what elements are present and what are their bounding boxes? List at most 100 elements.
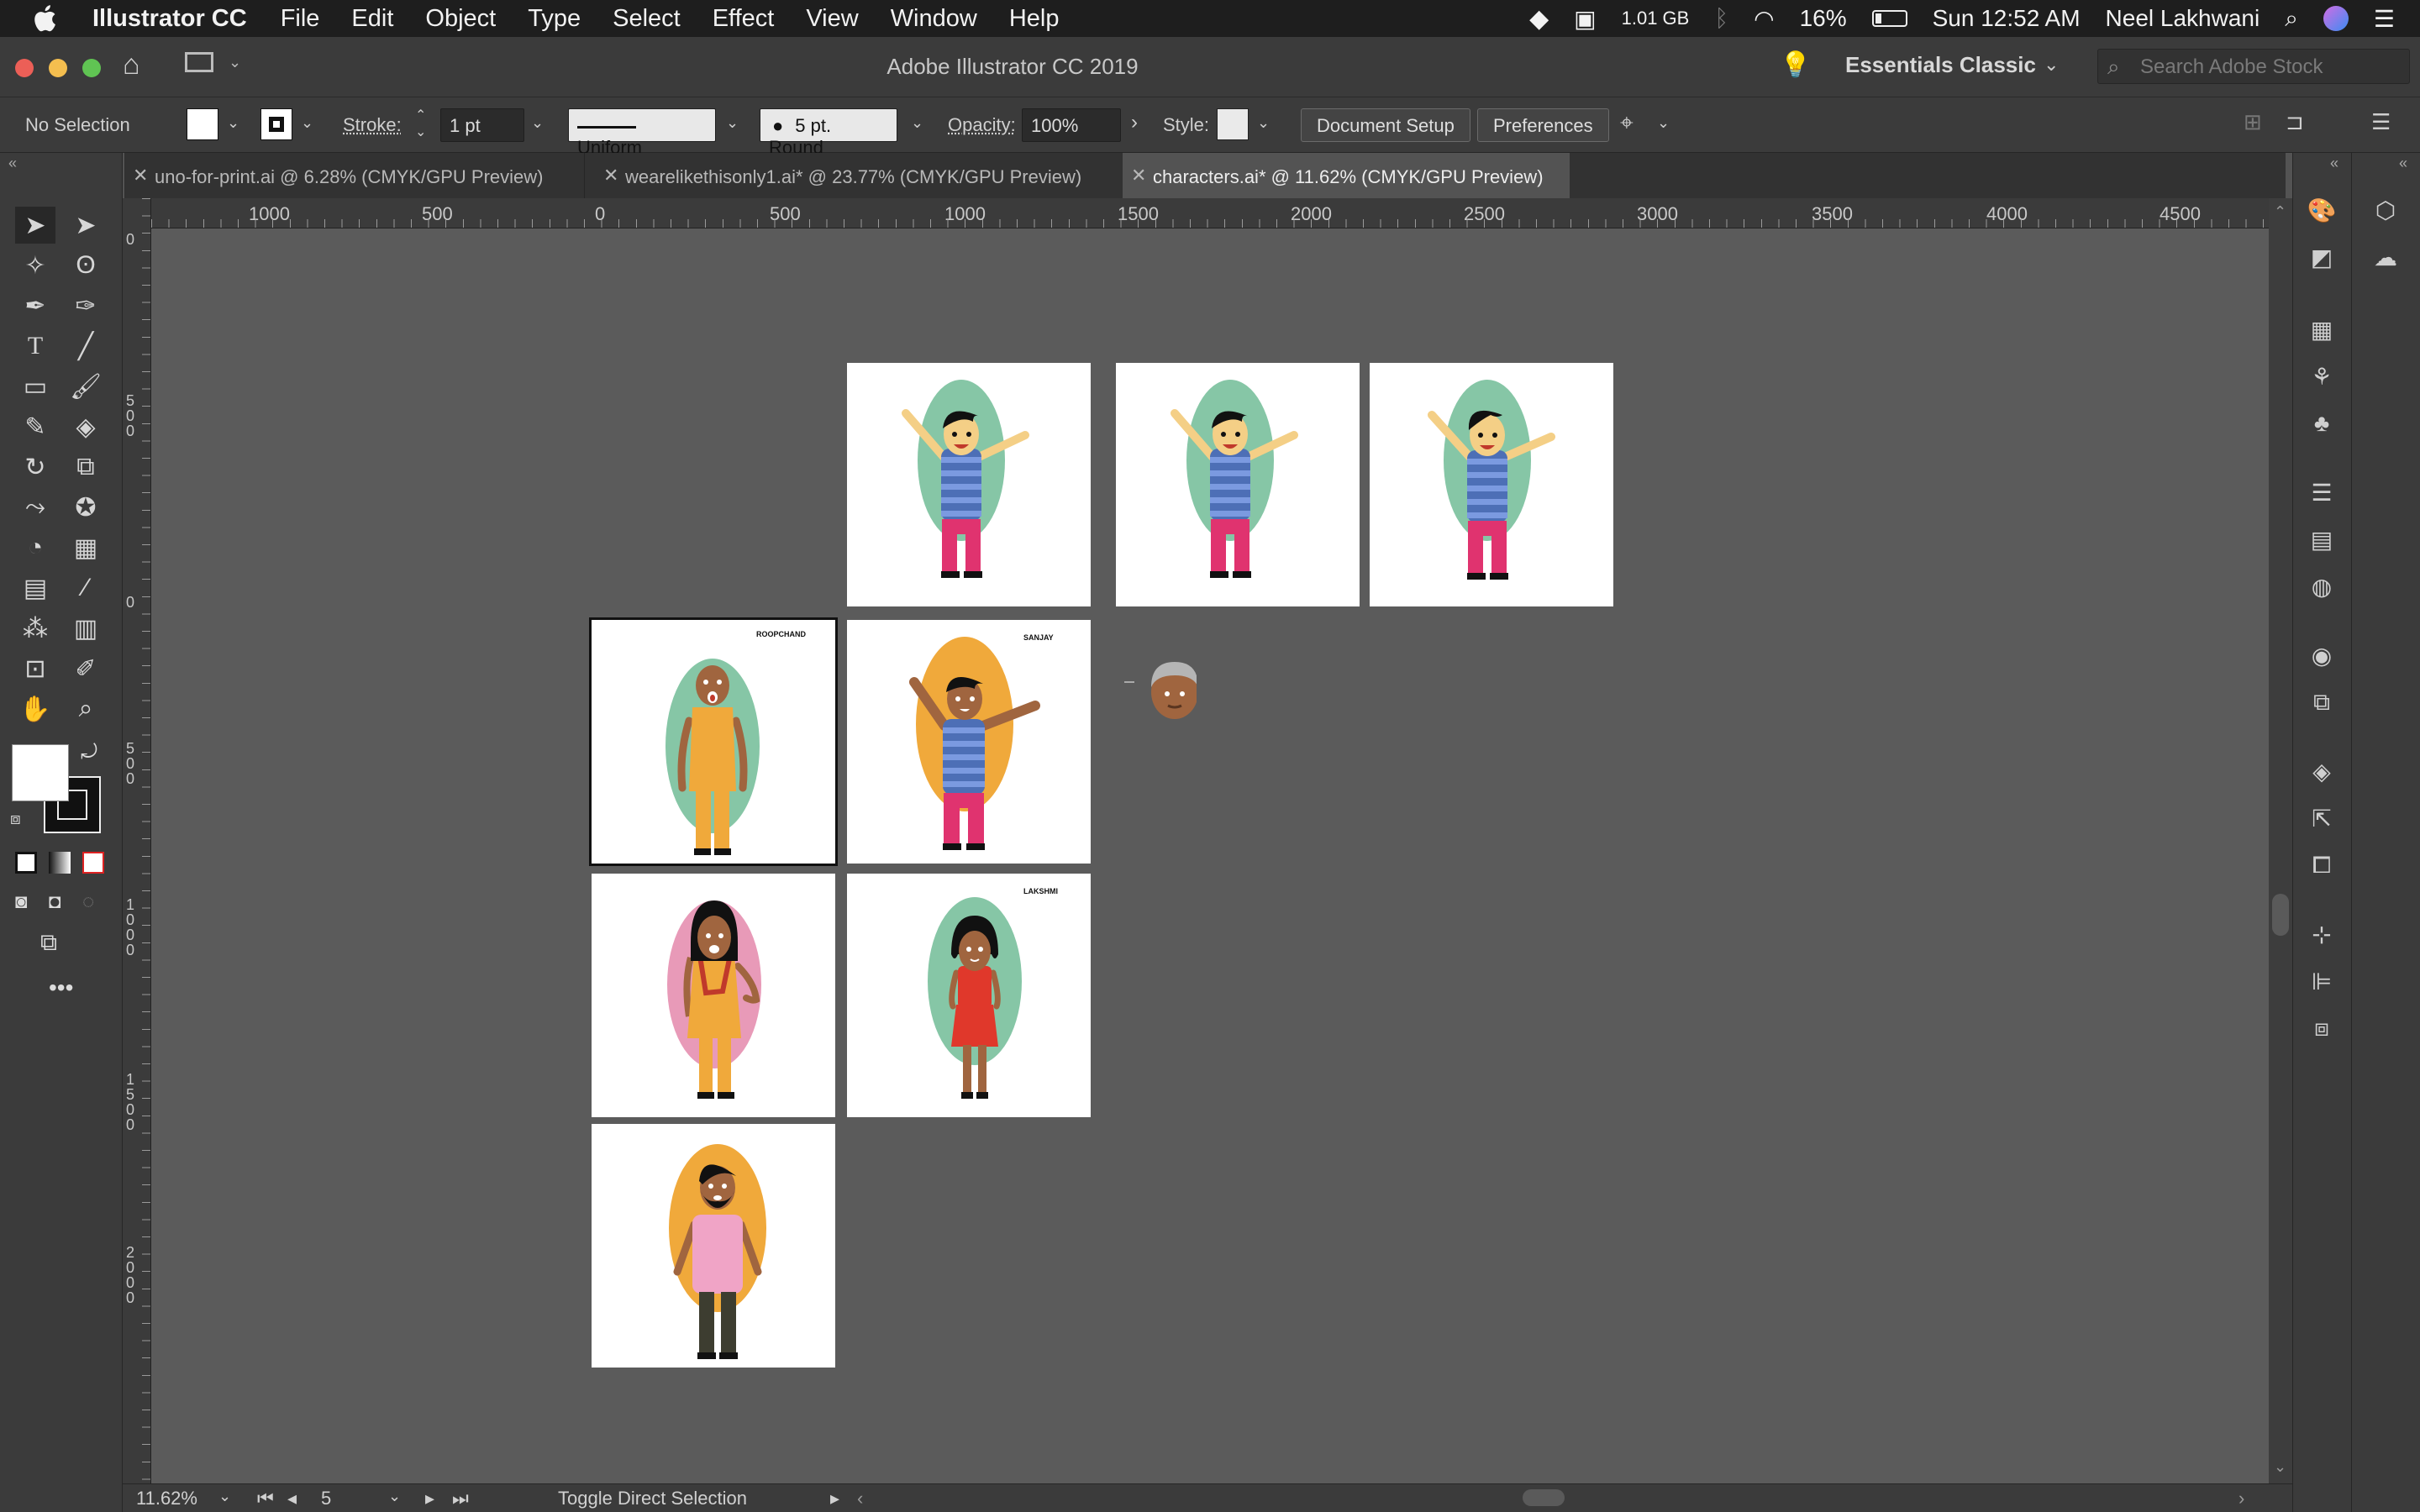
graphic-style-swatch[interactable] — [1217, 108, 1249, 140]
variable-width-profile[interactable]: Uniform — [568, 108, 716, 158]
curvature-tool-icon[interactable]: ✑ — [66, 287, 106, 324]
close-tab-icon[interactable]: ✕ — [603, 165, 618, 186]
fill-swatch[interactable] — [187, 108, 218, 140]
transparency-panel-icon[interactable]: ◍ — [2305, 570, 2338, 603]
menu-view[interactable]: View — [806, 5, 858, 33]
selection-tool-icon[interactable]: ➤ — [15, 207, 55, 244]
artboard[interactable] — [1370, 363, 1613, 606]
artboard[interactable] — [592, 1124, 835, 1368]
previous-artboard-icon[interactable]: ◂ — [287, 1488, 297, 1509]
tab-wearelikethisonly1[interactable]: ✕ wearelikethisonly1.ai* @ 23.77% (CMYK/… — [595, 153, 1124, 198]
menu-file[interactable]: File — [281, 5, 320, 33]
rotate-tool-icon[interactable]: ↻ — [15, 449, 55, 486]
brushes-panel-icon[interactable]: ⚘ — [2305, 360, 2338, 393]
opacity-input[interactable]: 100% — [1022, 108, 1121, 142]
appearance-panel-icon[interactable]: ◉ — [2305, 638, 2338, 672]
align-icon[interactable]: ⊞ — [2244, 109, 2262, 135]
color-guide-panel-icon[interactable]: ◩ — [2305, 240, 2338, 274]
type-tool-icon[interactable]: T — [15, 328, 55, 365]
workspace-switcher[interactable]: Essentials Classic — [1845, 52, 2036, 78]
puppet-warp-tool-icon[interactable]: ✪ — [66, 489, 106, 526]
stroke-weight-input[interactable]: 1 pt — [440, 108, 524, 142]
artboard-sanjay[interactable]: SANJAY — [847, 620, 1091, 864]
vertical-scrollbar[interactable]: ⌃ ⌄ — [2269, 198, 2292, 1483]
artboard-roopchand[interactable]: ROOPCHAND — [589, 617, 838, 866]
slice-tool-icon[interactable]: ✐ — [66, 650, 106, 687]
direct-selection-tool-icon[interactable]: ➤ — [66, 207, 106, 244]
shaper-tool-icon[interactable]: ✎ — [15, 408, 55, 445]
artboard-lakshmi[interactable]: LAKSHMI — [847, 874, 1091, 1117]
width-tool-icon[interactable]: ⤳ — [15, 489, 55, 526]
scroll-up-icon[interactable]: ⌃ — [2274, 203, 2286, 221]
pen-tool-icon[interactable]: ✒ — [15, 287, 55, 324]
horizontal-ruler[interactable]: 1000 500 0 500 1000 1500 2000 2500 3000 … — [151, 198, 2269, 228]
stroke-color-dropdown-icon[interactable]: ⌄ — [301, 114, 313, 132]
wifi-icon[interactable]: ◠ — [1754, 5, 1774, 33]
column-graph-tool-icon[interactable]: ▥ — [66, 610, 106, 647]
tab-characters[interactable]: ✕ characters.ai* @ 11.62% (CMYK/GPU Prev… — [1123, 153, 1570, 198]
memory-icon[interactable]: ▣ — [1574, 5, 1596, 33]
artboard-tool-icon[interactable]: ⊡ — [15, 650, 55, 687]
3d-panel-icon[interactable]: ⬡ — [2369, 193, 2402, 227]
fill-dropdown-icon[interactable]: ⌄ — [227, 114, 239, 132]
color-panel-icon[interactable]: 🎨 — [2305, 193, 2338, 227]
clock[interactable]: Sun 12:52 AM — [1933, 5, 2081, 32]
preferences-button[interactable]: Preferences — [1477, 108, 1609, 142]
style-dropdown-icon[interactable]: ⌄ — [1257, 114, 1270, 132]
hand-tool-icon[interactable]: ✋ — [15, 690, 55, 727]
graphic-styles-panel-icon[interactable]: ⧉ — [2305, 685, 2338, 719]
none-mode-icon[interactable] — [82, 852, 104, 874]
artboard[interactable] — [847, 363, 1091, 606]
artboard[interactable] — [1116, 363, 1360, 606]
artboards-panel-icon[interactable]: ⧠ — [2305, 848, 2338, 882]
arrange-objects-icon[interactable]: ⌖ — [1620, 109, 1634, 137]
scroll-left-icon[interactable]: ‹ — [857, 1488, 863, 1509]
magic-wand-tool-icon[interactable]: ✧ — [15, 247, 55, 284]
swatches-panel-icon[interactable]: ▦ — [2305, 312, 2338, 346]
first-artboard-icon[interactable]: ⏮ — [257, 1488, 274, 1509]
scroll-down-icon[interactable]: ⌄ — [2274, 1458, 2286, 1476]
swap-fill-stroke-icon[interactable]: ⤾ — [81, 741, 97, 764]
tool-hint-status[interactable]: Toggle Direct Selection — [558, 1488, 747, 1509]
profile-dropdown-icon[interactable]: ⌄ — [726, 114, 739, 132]
stroke-panel-icon[interactable]: ☰ — [2305, 475, 2338, 509]
zoom-tool-icon[interactable]: ⌕ — [66, 690, 106, 727]
spotlight-search-icon[interactable]: ⌕ — [2285, 5, 2298, 33]
close-tab-icon[interactable]: ✕ — [1131, 165, 1146, 186]
vertical-ruler[interactable]: 0 500 0 500 1000 1500 2000 — [123, 198, 151, 1483]
close-tab-icon[interactable]: ✕ — [133, 165, 148, 186]
bluetooth-icon[interactable]: ᛒ — [1714, 5, 1728, 32]
artboard-number-input[interactable]: 5 — [321, 1488, 331, 1509]
app-menu[interactable]: Illustrator CC — [92, 5, 247, 33]
grandpa-head-illustration[interactable] — [1121, 657, 1198, 724]
last-artboard-icon[interactable]: ⏭ — [452, 1488, 469, 1509]
stroke-stepper-icon[interactable]: ⌃ ⌄ — [415, 108, 426, 141]
artboard[interactable] — [592, 874, 835, 1117]
arrange-objects-dropdown-icon[interactable]: ⌄ — [1657, 114, 1670, 132]
status-menu-arrow-icon[interactable]: ▸ — [830, 1488, 839, 1509]
next-artboard-icon[interactable]: ▸ — [425, 1488, 434, 1509]
battery-icon[interactable] — [1871, 10, 1907, 27]
tab-uno-for-print[interactable]: ✕ uno-for-print.ai @ 6.28% (CMYK/GPU Pre… — [124, 153, 585, 198]
menu-type[interactable]: Type — [528, 5, 581, 33]
vertical-scroll-thumb[interactable] — [2272, 894, 2289, 936]
stroke-swatch[interactable] — [260, 108, 292, 140]
brush-dropdown-icon[interactable]: ⌄ — [911, 114, 923, 132]
brush-definition[interactable]: ● 5 pt. Round — [760, 108, 897, 158]
shape-builder-tool-icon[interactable]: ◔ — [15, 529, 55, 566]
notification-center-icon[interactable]: ☰ — [2374, 5, 2395, 33]
document-setup-button[interactable]: Document Setup — [1301, 108, 1470, 142]
transform-icon[interactable]: ⊐ — [2286, 109, 2304, 135]
opacity-label[interactable]: Opacity: — [948, 114, 1016, 136]
dock-collapse-icon[interactable]: « — [2399, 155, 2407, 172]
user-name[interactable]: Neel Lakhwani — [2106, 5, 2260, 32]
paintbrush-tool-icon[interactable]: 🖌 — [66, 368, 106, 405]
libraries-panel-icon[interactable]: ☁ — [2369, 240, 2402, 274]
siri-icon[interactable] — [2323, 6, 2349, 31]
layers-panel-icon[interactable]: ◈ — [2305, 754, 2338, 788]
zoom-dropdown-icon[interactable]: ⌄ — [218, 1488, 231, 1505]
draw-inside-icon[interactable]: ◌ — [82, 890, 94, 914]
gradient-tool-icon[interactable]: ▤ — [15, 570, 55, 606]
menu-help[interactable]: Help — [1009, 5, 1060, 33]
gradient-mode-icon[interactable] — [49, 852, 71, 874]
